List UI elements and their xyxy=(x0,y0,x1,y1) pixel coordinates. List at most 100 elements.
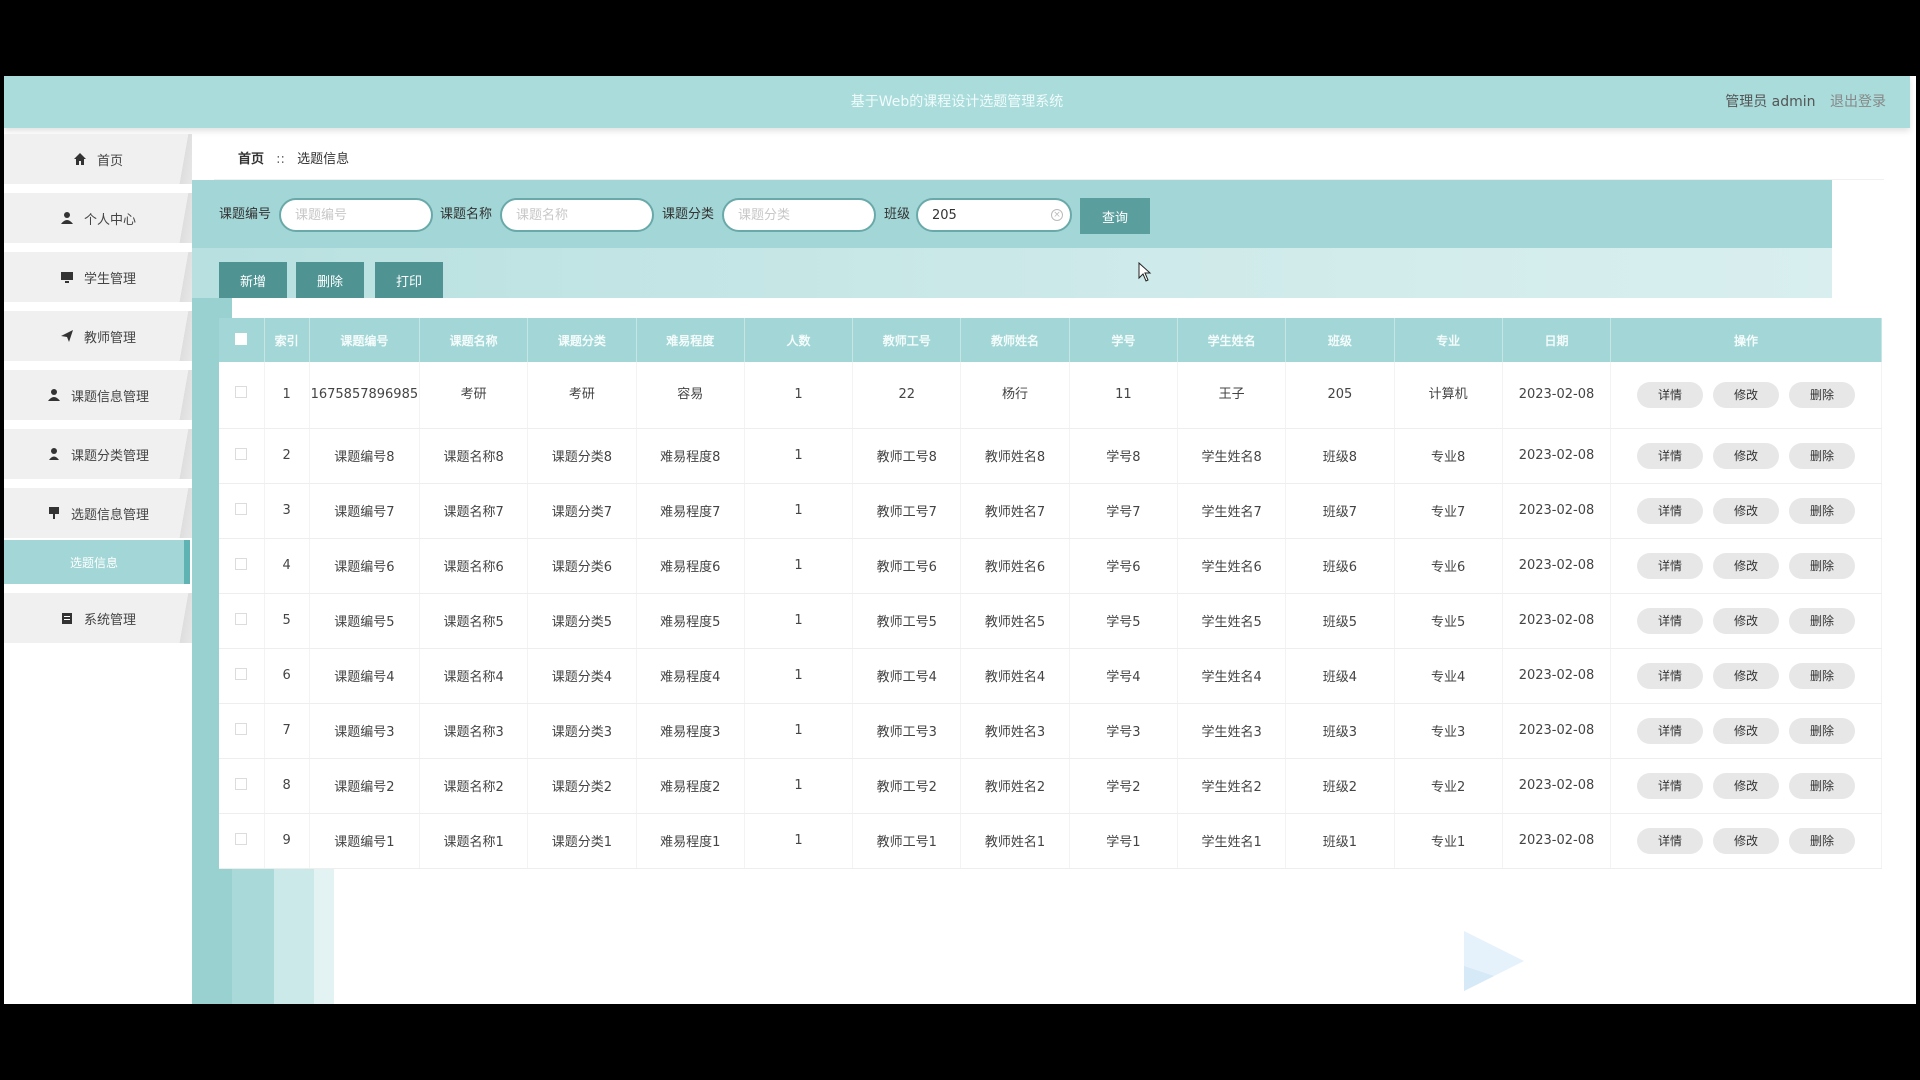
detail-button[interactable]: 详情 xyxy=(1637,772,1704,799)
delete-button[interactable]: 删除 xyxy=(1789,772,1856,799)
table-cell: 考研 xyxy=(527,362,637,429)
edit-button[interactable]: 修改 xyxy=(1713,552,1780,579)
detail-button[interactable]: 详情 xyxy=(1637,381,1704,408)
column-header: 学生姓名 xyxy=(1177,318,1287,362)
table-cell: 班级7 xyxy=(1285,483,1395,539)
select-all-header[interactable] xyxy=(219,318,265,362)
sidebar-item-personal[interactable]: 个人中心 xyxy=(4,193,192,243)
row-checkbox[interactable] xyxy=(235,832,248,845)
table-cell: 学号1 xyxy=(1069,813,1178,869)
table-cell: 1 xyxy=(744,758,854,814)
row-checkbox[interactable] xyxy=(235,777,248,790)
detail-button[interactable]: 详情 xyxy=(1637,662,1704,689)
table-cell: 8 xyxy=(264,758,310,814)
sidebar-item-students[interactable]: 学生管理 xyxy=(4,252,192,302)
table-cell: 学生姓名2 xyxy=(1177,758,1287,814)
detail-button[interactable]: 详情 xyxy=(1637,607,1704,634)
delete-button[interactable]: 删除 xyxy=(1789,552,1856,579)
edit-button[interactable]: 修改 xyxy=(1713,442,1780,469)
delete-button[interactable]: 删除 xyxy=(1789,662,1856,689)
sidebar-item-system[interactable]: 系统管理 xyxy=(4,593,192,643)
sidebar-subitem-selection[interactable]: 选题信息 xyxy=(4,540,190,584)
delete-button[interactable]: 删除 xyxy=(1789,497,1856,524)
row-actions: 详情 修改 删除 xyxy=(1610,593,1882,649)
query-button[interactable]: 查询 xyxy=(1080,198,1150,234)
sidebar-item-label: 课题分类管理 xyxy=(70,448,149,464)
row-checkbox-cell xyxy=(219,758,265,814)
edit-button[interactable]: 修改 xyxy=(1713,381,1780,408)
detail-button[interactable]: 详情 xyxy=(1637,717,1704,744)
table-cell: 课题分类8 xyxy=(527,428,637,484)
row-checkbox[interactable] xyxy=(235,557,248,570)
row-checkbox[interactable] xyxy=(235,667,248,680)
row-checkbox[interactable] xyxy=(235,447,248,460)
edit-button[interactable]: 修改 xyxy=(1713,662,1780,689)
table-row: 9 课题编号1 课题名称1 课题分类1 难易程度1 1 教师工号1 教师姓名1 学号1 学生姓名1… xyxy=(219,813,1882,869)
delete-button[interactable]: 删除 xyxy=(1789,717,1856,744)
table-row: 8 课题编号2 课题名称2 课题分类2 难易程度2 1 教师工号2 教师姓名2 学号2 学生姓名2… xyxy=(219,758,1882,814)
table-cell: 课题分类5 xyxy=(527,593,637,649)
edit-button[interactable]: 修改 xyxy=(1713,607,1780,634)
send-icon xyxy=(60,330,73,342)
delete-button[interactable]: 删除 xyxy=(1789,442,1856,469)
topic-category-input[interactable] xyxy=(722,198,876,232)
table-cell: 班级2 xyxy=(1285,758,1395,814)
clear-icon[interactable]: × xyxy=(1051,209,1063,221)
detail-button[interactable]: 详情 xyxy=(1637,552,1704,579)
sidebar-item-selection-info[interactable]: 选题信息管理 xyxy=(4,488,192,538)
row-checkbox[interactable] xyxy=(235,502,248,515)
edit-button[interactable]: 修改 xyxy=(1713,772,1780,799)
topic-id-input[interactable] xyxy=(279,198,433,232)
row-checkbox-cell xyxy=(219,428,265,484)
table-cell: 课题分类7 xyxy=(527,483,637,539)
sidebar-item-home[interactable]: 首页 xyxy=(4,134,192,184)
row-actions: 详情 修改 删除 xyxy=(1610,538,1882,594)
detail-button[interactable]: 详情 xyxy=(1637,827,1704,854)
class-input[interactable] xyxy=(916,198,1072,232)
logout-link[interactable]: 退出登录 xyxy=(1830,94,1886,110)
table-cell: 4 xyxy=(264,538,310,594)
table-cell: 1 xyxy=(744,813,854,869)
table-cell: 2023-02-08 xyxy=(1502,758,1612,814)
print-button[interactable]: 打印 xyxy=(375,262,443,298)
table-cell: 学生姓名7 xyxy=(1177,483,1287,539)
column-header: 教师工号 xyxy=(852,318,962,362)
table-cell: 考研 xyxy=(419,362,529,429)
row-checkbox-cell xyxy=(219,648,265,704)
edit-button[interactable]: 修改 xyxy=(1713,717,1780,744)
select-all-checkbox[interactable] xyxy=(235,332,248,345)
column-header: 课题编号 xyxy=(309,318,421,362)
row-checkbox[interactable] xyxy=(235,612,248,625)
breadcrumb-home[interactable]: 首页 xyxy=(238,152,264,167)
sidebar-item-topic-category[interactable]: 课题分类管理 xyxy=(4,429,192,479)
table-cell: 专业2 xyxy=(1394,758,1503,814)
table-cell: 难易程度4 xyxy=(636,648,745,704)
table-body: 1 1675857896985 考研 考研 容易 1 22 杨行 11 王子 205 计算机 2023-… xyxy=(219,362,1882,869)
row-checkbox[interactable] xyxy=(235,722,248,735)
class-label: 班级 xyxy=(884,207,911,222)
row-checkbox-cell xyxy=(219,593,265,649)
table-cell: 教师姓名3 xyxy=(960,703,1070,759)
app-window: 基于Web的课程设计选题管理系统 管理员 admin 退出登录 首页 个人中心 … xyxy=(4,76,1916,1004)
delete-button[interactable]: 删除 xyxy=(1789,381,1856,408)
edit-button[interactable]: 修改 xyxy=(1713,497,1780,524)
edit-button[interactable]: 修改 xyxy=(1713,827,1780,854)
column-header: 索引 xyxy=(264,318,310,362)
delete-button[interactable]: 删除 xyxy=(1789,607,1856,634)
batch-delete-button[interactable]: 删除 xyxy=(296,262,364,298)
table-cell: 课题编号4 xyxy=(309,648,421,704)
detail-button[interactable]: 详情 xyxy=(1637,442,1704,469)
detail-button[interactable]: 详情 xyxy=(1637,497,1704,524)
table-cell: 教师姓名8 xyxy=(960,428,1070,484)
delete-button[interactable]: 删除 xyxy=(1789,827,1856,854)
table-cell: 课题名称8 xyxy=(419,428,529,484)
sidebar-item-topic-info[interactable]: 课题信息管理 xyxy=(4,370,192,420)
sidebar-item-teachers[interactable]: 教师管理 xyxy=(4,311,192,361)
topic-name-input[interactable] xyxy=(500,198,654,232)
row-checkbox[interactable] xyxy=(235,385,248,398)
table-cell: 专业1 xyxy=(1394,813,1503,869)
table-cell: 专业4 xyxy=(1394,648,1503,704)
table-cell: 学号5 xyxy=(1069,593,1178,649)
sidebar-item-label: 教师管理 xyxy=(83,330,136,346)
add-button[interactable]: 新增 xyxy=(219,262,287,298)
